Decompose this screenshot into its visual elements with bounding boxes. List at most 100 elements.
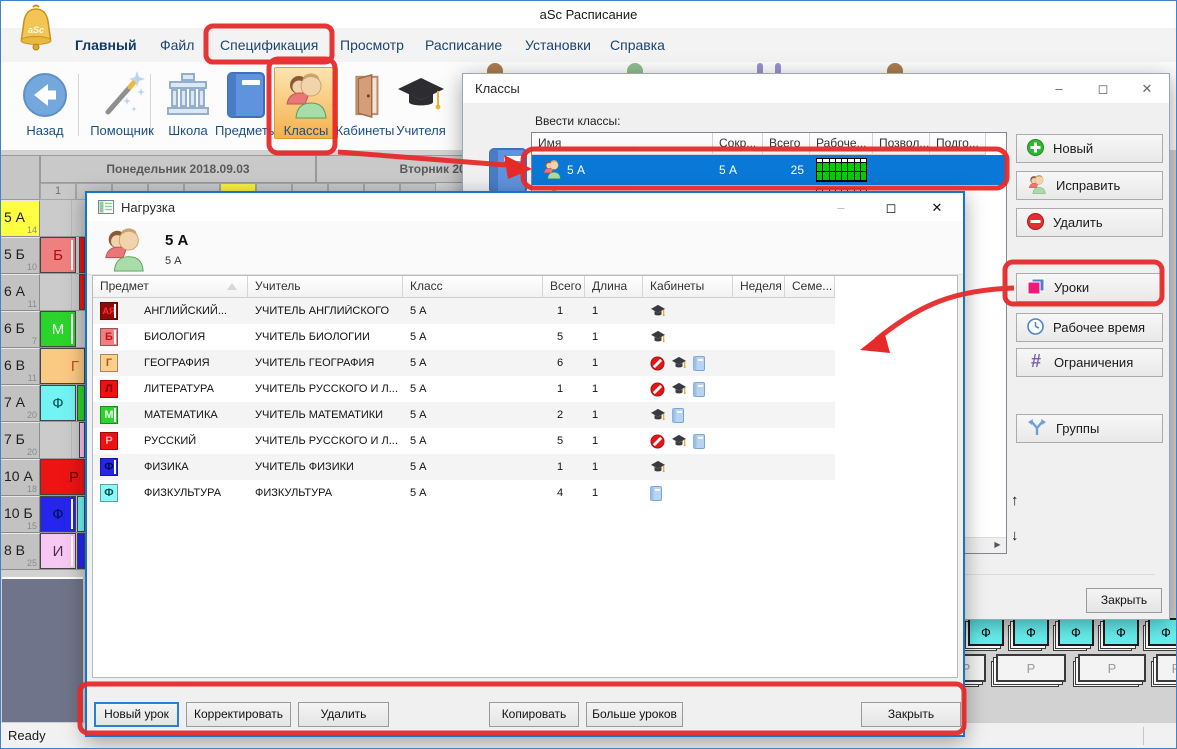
toolbar-button-subjects[interactable]: Предметы (212, 67, 280, 139)
unplaced-lesson-card[interactable]: P (996, 654, 1066, 682)
class-row[interactable]: 5 А5 А25 (532, 155, 1006, 185)
menu-item-view[interactable]: Просмотр (340, 37, 404, 53)
lesson-row[interactable]: ЛЛИТЕРАТУРАУЧИТЕЛЬ РУССКОГО И Л...5 А11 (93, 376, 835, 402)
card-stripe (71, 240, 73, 270)
worktime-button[interactable]: Рабочее время (1016, 313, 1163, 342)
lesson-cell[interactable] (77, 533, 85, 569)
lesson-row[interactable]: ББИОЛОГИЯУЧИТЕЛЬ БИОЛОГИИ5 А51 (93, 324, 835, 350)
unplaced-lesson-card[interactable]: P (1078, 654, 1146, 682)
toolbar-button-classes[interactable]: Классы (274, 67, 338, 139)
lessons-table[interactable]: ПредметУчительКлассВсегоДлинаКабинетыНед… (92, 275, 958, 678)
class-row-header[interactable]: 5 Б10 (0, 237, 40, 274)
unplaced-lesson-card[interactable]: Ф (1013, 618, 1049, 646)
class-row-header[interactable]: 7 Б20 (0, 422, 40, 459)
class-row-header[interactable]: 10 А18 (0, 459, 40, 496)
column-header[interactable]: Класс (403, 276, 543, 298)
toolbar-button-teachers[interactable]: Учителя (390, 67, 452, 139)
copy-button[interactable]: Копировать (489, 702, 579, 727)
classes-close-button[interactable]: Закрыть (1086, 588, 1162, 613)
scroll-right-icon[interactable]: ▶ (990, 539, 1005, 551)
column-header[interactable]: Позвол... (873, 133, 930, 155)
unplaced-lesson-card[interactable]: Ф (1148, 618, 1177, 646)
menu-item-timetable[interactable]: Расписание (425, 37, 502, 53)
menu-item-main[interactable]: Главный (75, 37, 137, 53)
minimize-icon[interactable]: – (819, 193, 863, 222)
delete-button[interactable]: Удалить (1016, 208, 1163, 237)
column-header[interactable]: Рабоче... (810, 133, 873, 155)
toolbar-button-wizard[interactable]: Помощник (86, 67, 158, 139)
class-row-header[interactable]: 6 А11 (0, 274, 40, 311)
move-down-arrow[interactable]: ↓ (1011, 527, 1019, 544)
unplaced-lesson-card[interactable]: Ф (968, 618, 1004, 646)
edit-button[interactable]: Исправить (1016, 171, 1163, 200)
lesson-row[interactable]: ФФИЗКУЛЬТУРАФИЗКУЛЬТУРА5 А41 (93, 480, 835, 506)
lesson-cell[interactable]: Г (40, 348, 85, 384)
menu-item-help[interactable]: Справка (610, 37, 665, 53)
lesson-cell[interactable] (77, 496, 85, 532)
column-header[interactable]: Сокр... (713, 133, 763, 155)
lesson-cell[interactable]: М (40, 311, 76, 347)
toolbar-button-school[interactable]: Школа (156, 67, 220, 139)
column-header[interactable]: Семе... (785, 276, 835, 298)
lesson-cell[interactable]: Ф (40, 385, 76, 421)
class-row-header[interactable]: 8 В25 (0, 533, 40, 570)
lessons-button[interactable]: Уроки (1016, 273, 1163, 302)
constraints-button[interactable]: #Ограничения (1016, 348, 1163, 377)
lesson-row[interactable]: ММАТЕМАТИКАУЧИТЕЛЬ МАТЕМАТИКИ5 А21 (93, 402, 835, 428)
close-button[interactable]: Закрыть (861, 702, 961, 727)
lesson-row[interactable]: АЯАНГЛИЙСКИЙ...УЧИТЕЛЬ АНГЛИЙСКОГО5 А11 (93, 298, 835, 324)
minimize-icon[interactable]: – (1037, 74, 1081, 103)
new-lesson-button[interactable]: Новый урок (94, 702, 179, 727)
class-row-header[interactable]: 6 В11 (0, 348, 40, 385)
column-header[interactable]: Предмет (93, 276, 248, 298)
length-cell: 1 (585, 383, 643, 395)
timetable-corner-cell (0, 155, 40, 200)
lesson-row[interactable]: ГГЕОГРАФИЯУЧИТЕЛЬ ГЕОГРАФИЯ5 А61 (93, 350, 835, 376)
column-header[interactable]: Подго... (930, 133, 986, 155)
unplaced-lesson-card[interactable]: Ф (1103, 618, 1139, 646)
lesson-cell[interactable]: Ф (40, 496, 76, 532)
column-header[interactable]: Всего (543, 276, 585, 298)
class-row-header[interactable]: 7 А20 (0, 385, 40, 422)
clock-icon (1027, 318, 1044, 338)
groups-button[interactable]: Группы (1016, 414, 1163, 443)
menu-item-specification[interactable]: Спецификация (220, 37, 318, 53)
lesson-row[interactable]: ФФИЗИКАУЧИТЕЛЬ ФИЗИКИ5 А11 (93, 454, 835, 480)
class-row-header[interactable]: 5 А14 (0, 200, 40, 237)
toolbar-label: Назад (15, 123, 75, 138)
lesson-cell[interactable]: И (40, 533, 76, 569)
classes-dialog-titlebar[interactable]: Классы – ◻ ✕ (463, 74, 1169, 103)
lesson-cell[interactable]: Р (40, 459, 85, 495)
class-row-header[interactable]: 6 Б7 (0, 311, 40, 348)
load-dialog-titlebar[interactable]: Нагрузка – ◻ ✕ (87, 193, 963, 222)
adjust-button[interactable]: Корректировать (186, 702, 291, 727)
delete-button[interactable]: Удалить (298, 702, 389, 727)
menu-item-file[interactable]: Файл (160, 37, 194, 53)
rooms-cell (643, 434, 733, 449)
lesson-cell[interactable]: Б (40, 237, 76, 273)
app-bell-icon[interactable]: aSc (14, 3, 58, 62)
subject-name: АНГЛИЙСКИЙ... (144, 305, 227, 317)
period-cell[interactable]: 1 (40, 183, 76, 200)
unplaced-lesson-card[interactable]: P (1156, 654, 1177, 682)
column-header[interactable]: Неделя (733, 276, 785, 298)
toolbar-button-back[interactable]: Назад (12, 67, 78, 139)
toolbar-button-rooms[interactable]: Кабинеты (332, 67, 398, 139)
close-icon[interactable]: ✕ (915, 193, 959, 222)
column-header[interactable]: Длина (585, 276, 643, 298)
menu-item-settings[interactable]: Установки (525, 37, 591, 53)
column-header[interactable]: Имя (532, 133, 713, 155)
close-icon[interactable]: ✕ (1125, 74, 1169, 103)
new-button[interactable]: Новый (1016, 134, 1163, 163)
lesson-row[interactable]: РРУССКИЙУЧИТЕЛЬ РУССКОГО И Л...5 А51 (93, 428, 835, 454)
column-header[interactable]: Кабинеты (643, 276, 733, 298)
unplaced-lesson-card[interactable]: Ф (1058, 618, 1094, 646)
maximize-icon[interactable]: ◻ (869, 193, 913, 222)
more-lessons-button[interactable]: Больше уроков (586, 702, 683, 727)
lesson-cell[interactable] (77, 385, 85, 421)
column-header[interactable]: Всего (763, 133, 810, 155)
class-row-header[interactable]: 10 Б15 (0, 496, 40, 533)
maximize-icon[interactable]: ◻ (1081, 74, 1125, 103)
column-header[interactable]: Учитель (248, 276, 403, 298)
move-up-arrow[interactable]: ↑ (1011, 492, 1019, 509)
